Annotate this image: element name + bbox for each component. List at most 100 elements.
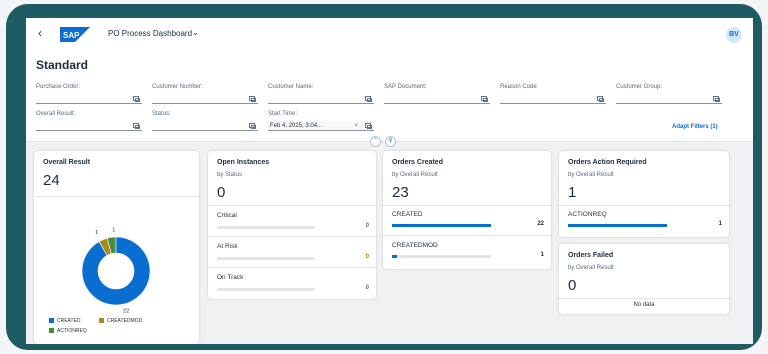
progress-bar-critical[interactable] [217,226,315,229]
logo-text: SAP [63,31,80,40]
row-label-on-track: On Track [217,274,244,281]
kpi-value: 23 [392,184,409,201]
value-help-icon[interactable] [597,96,604,102]
variant-title[interactable]: Standard [36,58,88,72]
start-time-token[interactable]: Feb 4, 2025, 3:04... [270,123,322,129]
row-value-createdmod: 1 [540,252,544,258]
value-help-icon[interactable] [365,96,372,102]
value-help-icon[interactable] [133,123,140,129]
legend-swatch [49,318,54,324]
card-title: Orders Failed [568,252,614,259]
status-input[interactable] [152,121,258,131]
sap-logo[interactable]: SAP [60,27,90,42]
progress-bar-createdmod[interactable] [392,255,491,258]
pin-header-button[interactable]: ⚲ [385,136,396,147]
customer-number-input[interactable] [152,94,258,104]
card-title: Open Instances [217,159,270,166]
progress-fill [392,224,491,227]
card-divider [383,205,551,206]
progress-bar-on-track[interactable] [217,288,315,291]
filter-label-overall-result: Overall Result: [36,111,76,117]
purchase-order-input[interactable] [36,94,142,104]
row-value-created: 22 [537,221,544,227]
row-value-at-risk: 0 [365,254,369,260]
row-label-critical: Critical [217,212,237,219]
card-divider [208,205,376,206]
kpi-value: 24 [43,172,60,189]
filter-label-customer-group: Customer Group: [616,84,663,90]
row-value-actionreq: 1 [718,221,722,227]
start-time-input[interactable]: Feb 4, 2025, 3:04... × [268,121,374,131]
open-instances-card[interactable]: Open Instances by Status 0 Critical 0 At… [208,151,376,299]
row-divider [208,267,376,268]
row-label-createdmod: CREATEDMOD [392,242,438,249]
row-label-actionreq: ACTIONREQ [568,211,607,218]
progress-bar-at-risk[interactable] [217,257,315,260]
orders-failed-card[interactable]: Orders Failed by Overall Result 0 No dat… [559,244,729,314]
filter-label-purchase-order: Purchase Order: [36,84,81,90]
chevron-down-icon[interactable]: ⌄ [192,28,199,37]
filter-label-start-time: Start Time: [268,111,298,117]
legend-item-actionreq[interactable]: ACTIONREQ [49,328,87,334]
card-divider [34,196,199,197]
row-label-at-risk: At Risk [217,243,238,250]
row-value-on-track: 0 [365,285,369,291]
data-label-created: 22 [123,309,129,315]
data-label-createdmod: 1 [95,230,98,236]
customer-group-input[interactable] [616,94,722,104]
legend-swatch [49,328,54,334]
card-title: Orders Action Required [568,159,647,166]
slice-created[interactable] [81,236,151,306]
reason-code-input[interactable] [500,94,606,104]
value-help-icon[interactable] [249,123,256,129]
progress-bar-actionreq[interactable] [568,224,667,227]
value-help-icon[interactable] [133,96,140,102]
card-subtitle: by Overall Result [568,265,614,271]
legend-item-createdmod[interactable]: CREATEDMOD [99,318,142,324]
card-divider [559,205,729,206]
value-help-icon[interactable] [481,96,488,102]
kpi-value: 0 [568,277,577,294]
row-divider [208,236,376,237]
kpi-value: 1 [568,184,577,201]
no-data-text: No data [633,302,655,308]
avatar[interactable]: BV [726,27,742,43]
value-help-icon[interactable] [365,123,372,129]
legend-item-created[interactable]: CREATED [49,318,81,324]
data-label-actionreq: 1 [112,227,115,233]
orders-action-required-card[interactable]: Orders Action Required by Overall Result… [559,151,729,237]
overall-result-input[interactable] [36,121,142,131]
collapse-header-button[interactable]: ⌃ [370,136,381,147]
row-label-created: CREATED [392,211,423,218]
sap-document-input[interactable] [384,94,490,104]
filter-label-customer-name: Customer Name: [268,84,314,90]
legend-swatch [99,318,104,324]
overall-result-card[interactable]: Overall Result 24 1 1 22 CREATED CREATEDMO… [34,151,199,344]
progress-bar-created[interactable] [392,224,491,227]
page-background: ‹ SAP PO Process Dashboard ⌄ BV Standard… [0,0,768,354]
filter-header: Standard Purchase Order: Customer Number… [26,50,753,142]
progress-fill [568,224,667,227]
legend-label: CREATED [57,318,81,324]
app-title[interactable]: PO Process Dashboard [108,29,192,38]
chevron-up-icon: ⌃ [372,138,379,144]
legend-label: CREATEDMOD [107,318,143,324]
filter-label-sap-document: SAP Document: [384,84,427,90]
card-divider [559,298,729,299]
row-value-critical: 0 [365,223,369,229]
back-button[interactable]: ‹ [38,26,42,40]
orders-created-card[interactable]: Orders Created by Overall Result 23 CREA… [383,151,551,269]
value-help-icon[interactable] [713,96,720,102]
kpi-value: 0 [217,184,226,201]
clear-icon[interactable]: × [354,121,358,131]
app-screen: ‹ SAP PO Process Dashboard ⌄ BV Standard… [26,18,753,344]
row-divider [383,235,551,236]
legend-label: ACTIONREQ [57,328,87,334]
adapt-filters-button[interactable]: Adapt Filters (1) [672,124,718,130]
customer-name-input[interactable] [268,94,374,104]
donut-chart[interactable]: 1 1 22 [34,219,199,329]
shell-bar: ‹ SAP PO Process Dashboard ⌄ BV [26,18,753,50]
value-help-icon[interactable] [249,96,256,102]
pin-icon: ⚲ [388,138,393,144]
card-subtitle: by Overall Result [568,172,614,178]
